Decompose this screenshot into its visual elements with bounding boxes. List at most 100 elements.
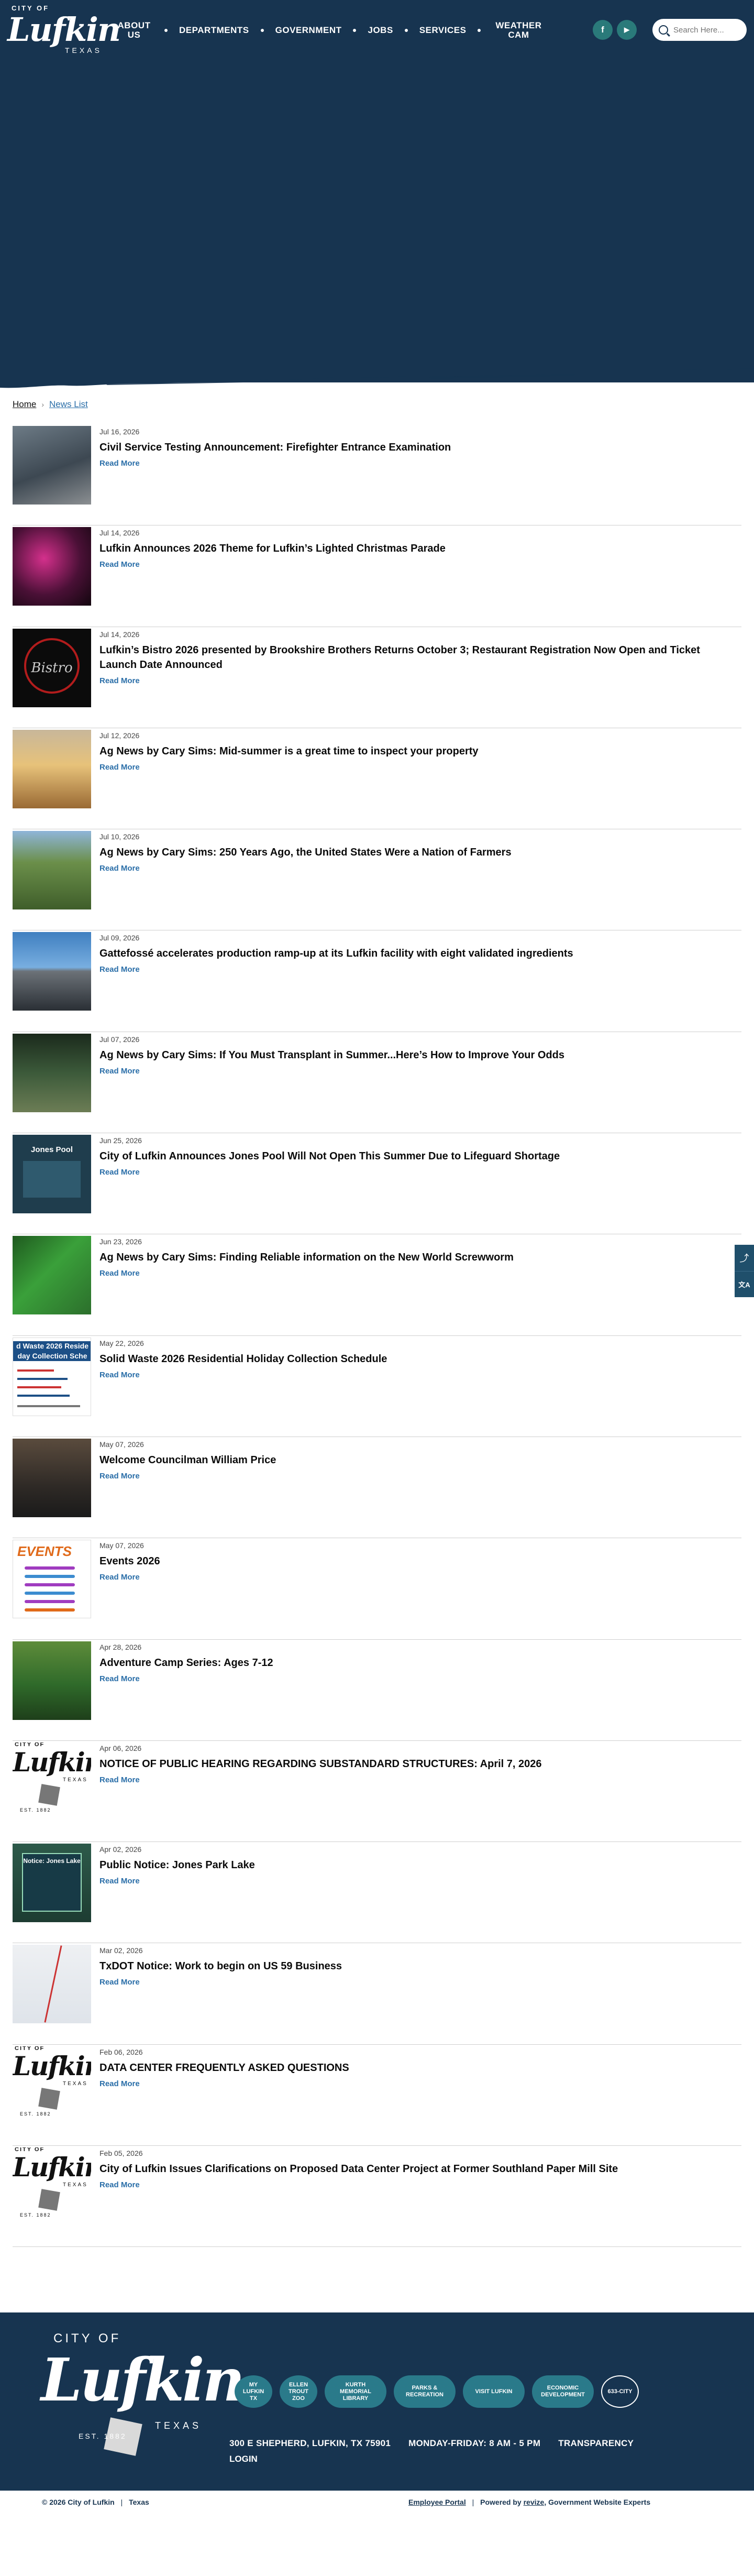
logo-name: Lufkin: [7, 10, 121, 49]
nav-departments[interactable]: DEPARTMENTS: [179, 26, 249, 35]
news-thumbnail[interactable]: Jones Pool: [13, 1135, 91, 1214]
footer-logo[interactable]: CITY OF Lufkin TEXAS EST. 1882: [41, 2331, 245, 2457]
read-more-link[interactable]: Read More: [99, 864, 140, 873]
read-more-link[interactable]: Read More: [99, 1978, 140, 1987]
news-list: Jul 16, 2026 Civil Service Testing Annou…: [13, 424, 741, 2248]
news-thumbnail[interactable]: Notice: Jones Lake: [13, 1844, 91, 1923]
waste-thumb-line: [17, 1369, 54, 1372]
news-title[interactable]: City of Lufkin Announces Jones Pool Will…: [99, 1149, 738, 1164]
news-thumbnail[interactable]: CITY OF Lufkin TEXAS EST. 1882: [13, 2147, 91, 2227]
news-thumbnail[interactable]: [13, 1641, 91, 1720]
thumb-logo-seal: [38, 1784, 60, 1806]
read-more-link[interactable]: Read More: [99, 1067, 140, 1076]
news-thumbnail[interactable]: [13, 426, 91, 505]
login-link[interactable]: LOGIN: [229, 2454, 258, 2464]
news-item: Jul 10, 2026 Ag News by Cary Sims: 250 Y…: [13, 829, 741, 931]
news-item: EVENTS May 07, 2026 Events 2026 Read Mor…: [13, 1538, 741, 1640]
news-date: Feb 06, 2026: [99, 2047, 143, 2056]
read-more-link[interactable]: Read More: [99, 676, 140, 685]
news-title[interactable]: Ag News by Cary Sims: If You Must Transp…: [99, 1048, 738, 1062]
news-title[interactable]: Ag News by Cary Sims: Finding Reliable i…: [99, 1250, 738, 1265]
ellen-trout-zoo-link[interactable]: ELLEN TROUT ZOO: [280, 2375, 317, 2408]
read-more-link[interactable]: Read More: [99, 2079, 140, 2088]
news-thumbnail[interactable]: [13, 1438, 91, 1517]
transparency-link[interactable]: TRANSPARENCY: [558, 2438, 634, 2449]
breadcrumb-news-list[interactable]: News List: [49, 399, 88, 410]
news-thumbnail[interactable]: CITY OF Lufkin TEXAS EST. 1882: [13, 2046, 91, 2125]
news-date: Apr 02, 2026: [99, 1845, 142, 1854]
nav-services[interactable]: SERVICES: [419, 26, 467, 35]
read-more-link[interactable]: Read More: [99, 459, 140, 468]
news-title[interactable]: Solid Waste 2026 Residential Holiday Col…: [99, 1352, 738, 1366]
nav-weather-cam[interactable]: WEATHER CAM: [492, 21, 545, 40]
news-title[interactable]: City of Lufkin Issues Clarifications on …: [99, 2162, 738, 2176]
news-title[interactable]: Events 2026: [99, 1554, 738, 1569]
news-title[interactable]: TxDOT Notice: Work to begin on US 59 Bus…: [99, 1959, 738, 1974]
search-input[interactable]: [673, 25, 741, 35]
news-thumbnail[interactable]: [13, 831, 91, 910]
nav-about-us[interactable]: ABOUT US: [115, 21, 153, 40]
footer-credits: Employee Portal | Powered by revize, Gov…: [408, 2498, 650, 2506]
news-title[interactable]: Welcome Councilman William Price: [99, 1453, 738, 1467]
news-thumbnail[interactable]: [13, 729, 91, 808]
news-item: Jul 07, 2026 Ag News by Cary Sims: If Yo…: [13, 1032, 741, 1134]
facebook-icon[interactable]: f: [593, 20, 613, 40]
news-title[interactable]: Lufkin’s Bistro 2026 presented by Brooks…: [99, 643, 738, 672]
news-thumbnail[interactable]: Bistro: [13, 628, 91, 707]
nav-separator: [404, 29, 408, 32]
news-thumbnail[interactable]: EVENTS: [13, 1540, 91, 1619]
news-thumbnail[interactable]: [13, 1945, 91, 2024]
read-more-link[interactable]: Read More: [99, 965, 140, 974]
read-more-link[interactable]: Read More: [99, 560, 140, 569]
news-thumbnail[interactable]: [13, 932, 91, 1011]
633-city-link[interactable]: 633-CITY: [601, 2375, 639, 2408]
nav-government[interactable]: GOVERNMENT: [275, 26, 342, 35]
read-more-link[interactable]: Read More: [99, 2180, 140, 2189]
economic-development-link[interactable]: ECONOMIC DEVELOPMENT: [532, 2375, 594, 2408]
my-lufkin-link[interactable]: MY LUFKIN TX: [235, 2375, 272, 2408]
read-more-link[interactable]: Read More: [99, 1877, 140, 1886]
news-title[interactable]: Adventure Camp Series: Ages 7-12: [99, 1656, 738, 1670]
breadcrumb-home[interactable]: Home: [13, 399, 36, 410]
news-item: Jul 12, 2026 Ag News by Cary Sims: Mid-s…: [13, 728, 741, 830]
read-more-link[interactable]: Read More: [99, 1775, 140, 1784]
news-thumbnail[interactable]: CITY OF Lufkin TEXAS EST. 1882: [13, 1742, 91, 1821]
news-thumbnail[interactable]: [13, 1236, 91, 1315]
news-title[interactable]: Gattefossé accelerates production ramp-u…: [99, 946, 738, 961]
events-thumb-row: [25, 1592, 75, 1595]
site-logo[interactable]: CITY OF Lufkin TEXAS: [7, 3, 121, 56]
translate-icon[interactable]: 文A: [735, 1271, 754, 1297]
revize-link[interactable]: revize: [524, 2498, 545, 2506]
read-more-link[interactable]: Read More: [99, 1269, 140, 1278]
news-title[interactable]: Ag News by Cary Sims: 250 Years Ago, the…: [99, 845, 738, 860]
news-title[interactable]: Civil Service Testing Announcement: Fire…: [99, 440, 738, 455]
visit-lufkin-link[interactable]: VISIT LUFKIN: [463, 2375, 525, 2408]
news-title[interactable]: Public Notice: Jones Park Lake: [99, 1858, 738, 1872]
news-thumbnail[interactable]: [13, 1033, 91, 1112]
youtube-icon[interactable]: ▶: [617, 20, 637, 40]
kurth-library-link[interactable]: KURTH MEMORIAL LIBRARY: [325, 2375, 386, 2408]
parks-recreation-link[interactable]: PARKS & RECREATION: [394, 2375, 456, 2408]
share-icon[interactable]: ⤴: [735, 1245, 754, 1271]
bistro-thumb-text: Bistro: [31, 660, 73, 676]
employee-portal-link[interactable]: Employee Portal: [408, 2498, 466, 2506]
news-thumbnail[interactable]: [13, 527, 91, 606]
search-icon[interactable]: [659, 25, 668, 35]
read-more-link[interactable]: Read More: [99, 1168, 140, 1177]
news-title[interactable]: Lufkin Announces 2026 Theme for Lufkin’s…: [99, 541, 738, 556]
news-item: Jun 23, 2026 Ag News by Cary Sims: Findi…: [13, 1234, 741, 1336]
news-title[interactable]: Ag News by Cary Sims: Mid-summer is a gr…: [99, 744, 738, 759]
news-title[interactable]: NOTICE OF PUBLIC HEARING REGARDING SUBST…: [99, 1757, 738, 1771]
read-more-link[interactable]: Read More: [99, 763, 140, 772]
events-thumb-row: [25, 1600, 75, 1604]
nav-jobs[interactable]: JOBS: [368, 26, 393, 35]
read-more-link[interactable]: Read More: [99, 1371, 140, 1379]
footer-logo-city-of: CITY OF: [53, 2331, 121, 2345]
news-thumbnail[interactable]: d Waste 2026 Reside day Collection Sche: [13, 1337, 91, 1416]
thumb-logo-name: Lufkin: [13, 1746, 91, 1778]
news-title[interactable]: DATA CENTER FREQUENTLY ASKED QUESTIONS: [99, 2060, 738, 2075]
read-more-link[interactable]: Read More: [99, 1472, 140, 1481]
read-more-link[interactable]: Read More: [99, 1674, 140, 1683]
read-more-link[interactable]: Read More: [99, 1573, 140, 1582]
news-date: Jul 12, 2026: [99, 731, 140, 740]
